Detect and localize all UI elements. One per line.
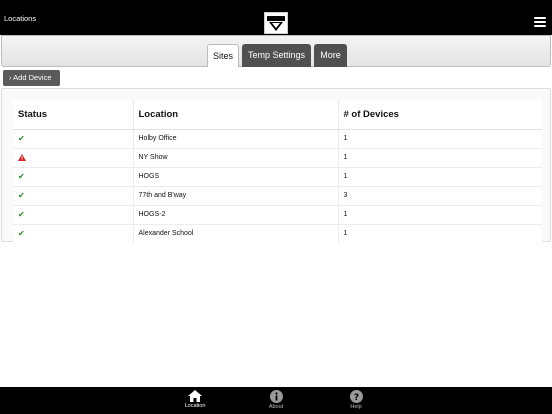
table-row[interactable]: ✔ Holby Office 1 bbox=[13, 128, 542, 148]
devices-cell: 1 bbox=[337, 166, 542, 186]
devices-cell: 1 bbox=[337, 223, 542, 243]
hamburger-menu-icon[interactable] bbox=[534, 17, 546, 27]
nav-help-label: Help bbox=[350, 404, 362, 410]
status-cell bbox=[13, 147, 133, 167]
status-cell: ✔ bbox=[13, 128, 133, 148]
status-cell: ✔ bbox=[13, 166, 133, 186]
devices-cell: 1 bbox=[337, 147, 542, 167]
location-cell: HOGS bbox=[132, 166, 338, 186]
table-row[interactable]: ✔ Alexander School 1 bbox=[13, 223, 542, 243]
tab-sites[interactable]: Sites bbox=[207, 44, 239, 67]
table-row[interactable]: ✔ HOGS 1 bbox=[13, 166, 542, 186]
tab-more[interactable]: More bbox=[314, 44, 347, 67]
locations-panel: Status Location # of Devices ✔ Holby Offi… bbox=[1, 88, 551, 243]
tab-bar: Sites Temp Settings More bbox=[1, 35, 551, 67]
page-title: Locations bbox=[4, 14, 37, 23]
checkmark-icon: ✔ bbox=[18, 191, 25, 200]
svg-text:?: ? bbox=[353, 393, 358, 403]
location-cell: Holby Office bbox=[132, 128, 338, 148]
location-cell: 77th and B'way bbox=[132, 185, 338, 205]
add-device-button[interactable]: › Add Device bbox=[3, 70, 60, 86]
table-row[interactable]: ✔ HOGS-2 1 bbox=[13, 204, 542, 224]
nav-location[interactable]: Location bbox=[175, 390, 215, 414]
devices-cell: 1 bbox=[337, 128, 542, 148]
status-cell: ✔ bbox=[13, 204, 133, 224]
top-bar: Locations bbox=[0, 0, 552, 35]
help-icon: ? bbox=[349, 390, 363, 403]
locations-table: Status Location # of Devices ✔ Holby Offi… bbox=[13, 100, 542, 243]
table-header-row: Status Location # of Devices bbox=[13, 100, 542, 130]
info-icon bbox=[269, 390, 283, 403]
location-cell: HOGS-2 bbox=[132, 204, 338, 224]
location-cell: Alexander School bbox=[132, 223, 338, 243]
holby-logo bbox=[264, 12, 288, 34]
devices-cell: 3 bbox=[337, 185, 542, 205]
warning-icon bbox=[18, 154, 133, 161]
location-cell: NY Show bbox=[132, 147, 338, 167]
nav-about-label: About bbox=[268, 404, 284, 410]
checkmark-icon: ✔ bbox=[18, 210, 25, 219]
bottom-nav: Location About ? Help bbox=[0, 387, 552, 414]
nav-location-label: Location bbox=[184, 403, 206, 409]
checkmark-icon: ✔ bbox=[18, 229, 25, 239]
table-row[interactable]: NY Show 1 bbox=[13, 147, 542, 167]
nav-about[interactable]: About bbox=[256, 390, 296, 414]
tab-temp-settings[interactable]: Temp Settings bbox=[242, 44, 311, 67]
devices-cell: 1 bbox=[337, 204, 542, 224]
checkmark-icon: ✔ bbox=[18, 172, 25, 181]
header-location: Location bbox=[132, 100, 338, 130]
header-status: Status bbox=[13, 100, 133, 130]
status-cell: ✔ bbox=[13, 223, 133, 243]
status-cell: ✔ bbox=[13, 185, 133, 205]
home-icon bbox=[188, 390, 202, 402]
table-row[interactable]: ✔ 77th and B'way 3 bbox=[13, 185, 542, 205]
header-devices: # of Devices bbox=[337, 100, 542, 130]
nav-help[interactable]: ? Help bbox=[336, 390, 376, 414]
checkmark-icon: ✔ bbox=[18, 134, 25, 143]
